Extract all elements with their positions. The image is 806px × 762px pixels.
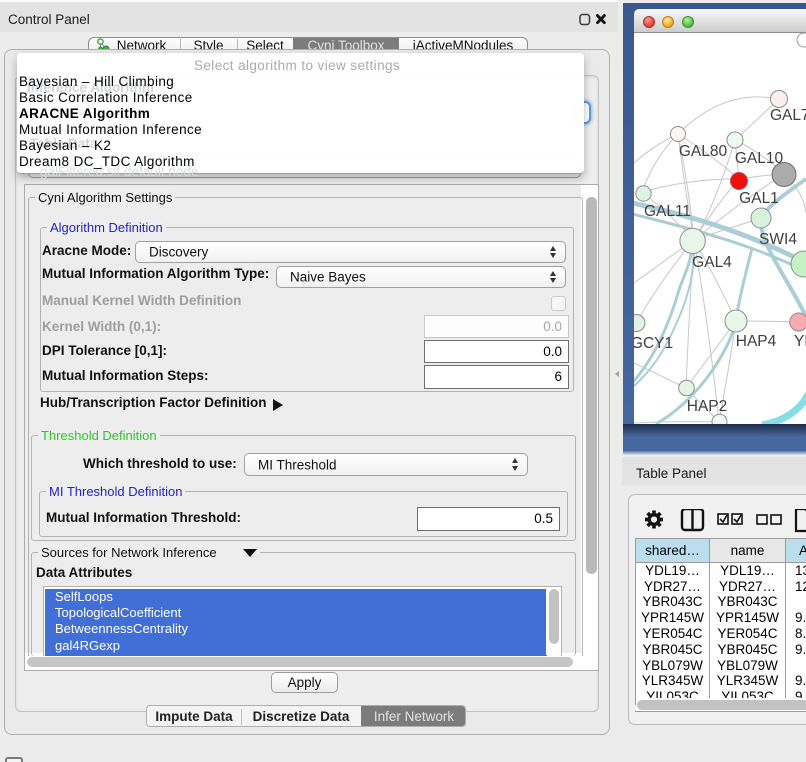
svg-text:HAP4: HAP4 bbox=[736, 333, 777, 350]
svg-text:GAL7: GAL7 bbox=[770, 107, 806, 124]
svg-text:HAP2: HAP2 bbox=[687, 398, 728, 415]
svg-text:GAL80: GAL80 bbox=[679, 143, 728, 160]
svg-text:YM: YM bbox=[794, 333, 806, 350]
svg-text:GCY1: GCY1 bbox=[634, 335, 673, 352]
svg-text:GAL11: GAL11 bbox=[644, 203, 691, 220]
svg-text:GAL10: GAL10 bbox=[735, 150, 784, 167]
svg-text:GAL1: GAL1 bbox=[739, 190, 779, 207]
svg-text:GAL4: GAL4 bbox=[692, 254, 732, 271]
svg-text:SWI4: SWI4 bbox=[759, 231, 797, 248]
